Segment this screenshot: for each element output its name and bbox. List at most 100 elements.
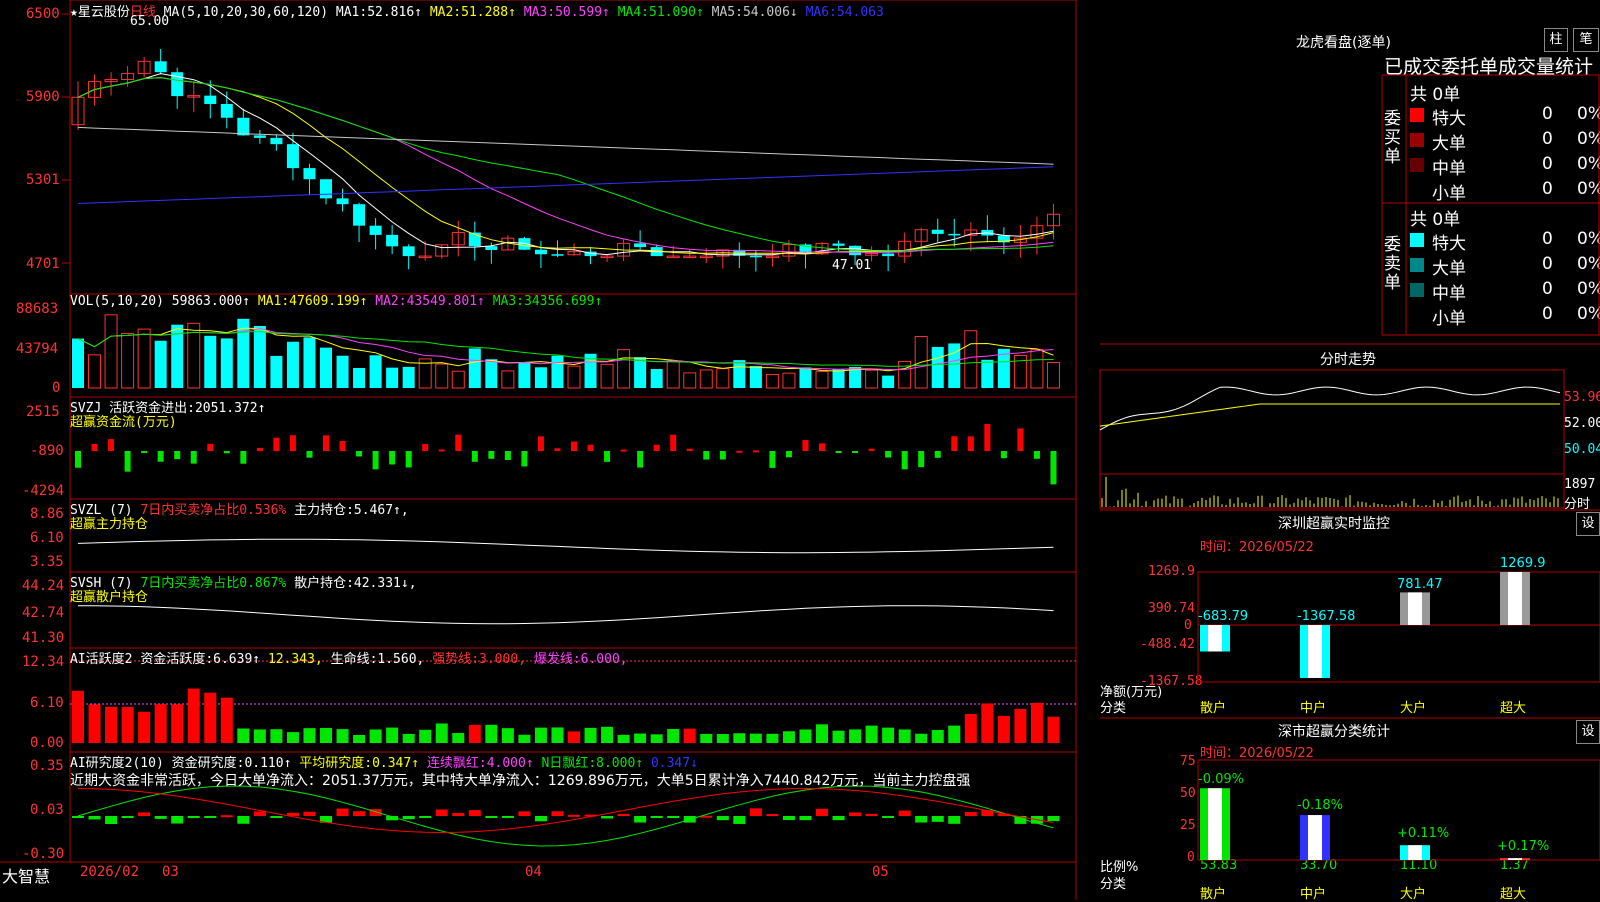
- fs-tick: 52.00: [1564, 416, 1600, 431]
- stat2-cat-label: 分类: [1100, 877, 1127, 892]
- stock-name[interactable]: ★星云股份: [70, 5, 130, 20]
- ma5-line: [77, 126, 1054, 165]
- vol-tick: 0: [52, 380, 61, 396]
- date-label: 04: [525, 864, 542, 880]
- ai2-v5: 0.347↓: [650, 756, 698, 771]
- candle-down: [336, 198, 349, 205]
- vol-tick: 88683: [16, 301, 59, 317]
- fs-tick: 50.04: [1564, 442, 1600, 457]
- svzj-sub: 超赢资金流(万元): [70, 415, 177, 430]
- row-pct: 0%: [1577, 254, 1600, 274]
- fund-flow-bar: [604, 451, 611, 462]
- research-bar: [1047, 816, 1060, 822]
- monitor-bar-highlight: [1408, 592, 1422, 625]
- ai1-tick: 12.34: [22, 654, 65, 670]
- volume-bar: [749, 365, 762, 388]
- monitor-bar: [1500, 572, 1530, 625]
- row-pct: 0%: [1577, 129, 1600, 149]
- volume-bar: [815, 371, 829, 389]
- monitor-bar: [1400, 592, 1430, 625]
- fund-flow-bar: [653, 444, 660, 451]
- volume-bar: [270, 355, 283, 388]
- vol-ma1-title: MA1:: [257, 294, 290, 309]
- row-value: 0: [1542, 179, 1553, 199]
- ai2-v1: 0.110↑: [244, 756, 292, 771]
- ai1-t5: 爆发线:: [533, 652, 581, 667]
- activity-bar: [948, 725, 961, 743]
- research-bar: [849, 812, 862, 816]
- stat-title: 已成交委托单成交量统计: [1384, 56, 1594, 78]
- date-label: 05: [872, 864, 889, 880]
- price-tick: 4701: [26, 256, 60, 272]
- ai1-header: AI活跃度2 资金活跃度:6.639↑ 12.343, 生命线:1.560, 强…: [70, 648, 628, 667]
- stat2-vals-label: 33.70: [1300, 858, 1338, 873]
- fs-tick: 53.96: [1564, 390, 1600, 405]
- volume-bar: [600, 363, 614, 389]
- row-pct: 0%: [1577, 104, 1600, 124]
- activity-bar: [154, 704, 167, 743]
- fund-flow-bar: [75, 451, 81, 468]
- research-bar: [72, 816, 84, 818]
- monitor-settings-button[interactable]: 设: [1576, 512, 1600, 536]
- monitor-cats-label: 散户: [1200, 701, 1227, 716]
- stat2-settings-button[interactable]: 设: [1576, 720, 1600, 744]
- svsh-tick: 42.74: [22, 605, 65, 621]
- monitor-bar-highlight: [1208, 625, 1222, 652]
- fund-flow-bar: [1050, 451, 1057, 485]
- zhu-button[interactable]: 柱: [1544, 28, 1568, 52]
- stat2-vals-label: -0.09%: [1198, 772, 1244, 787]
- chart-header: ★星云股份日线 MA(5,10,20,30,60,120) MA1:52.816…: [70, 1, 884, 20]
- fund-flow-bar: [306, 451, 313, 458]
- volume-bar: [402, 366, 415, 388]
- research-bar: [237, 816, 250, 824]
- candle-down: [253, 135, 266, 138]
- row-name: 大单: [1432, 259, 1466, 279]
- activity-bar: [749, 733, 762, 743]
- fund-flow-bar: [157, 451, 164, 462]
- fund-flow-bar: [471, 451, 478, 462]
- volume-bar: [765, 374, 779, 389]
- stat2-vals-label: +0.17%: [1497, 839, 1550, 854]
- volume-bar: [518, 362, 531, 388]
- monitor-vals-label: -683.79: [1198, 609, 1249, 624]
- volume-bar: [353, 368, 366, 388]
- research-bar: [88, 816, 101, 820]
- research-bar: [716, 816, 729, 821]
- activity-bar: [105, 706, 118, 743]
- fund-flow-bar: [190, 451, 197, 464]
- ma5-value: 54.006↓: [742, 5, 798, 20]
- volume-bar: [666, 360, 680, 389]
- fund-flow-bar: [488, 451, 495, 459]
- volume-bar: [386, 367, 399, 388]
- ai1-label: AI活跃度2: [70, 652, 133, 667]
- monitor-cat-label: 分类: [1100, 701, 1127, 716]
- candle-down: [320, 179, 332, 199]
- volume-bar: [699, 369, 713, 389]
- vol-value: 59863.000↑: [171, 294, 251, 309]
- stat2-cats-label: 散户: [1200, 887, 1227, 902]
- research-bar: [171, 816, 184, 824]
- fund-flow-bar: [124, 451, 131, 472]
- vol-ma1-value: 47609.199↑: [289, 294, 368, 309]
- fund-flow-bar: [504, 451, 511, 461]
- svsh-extra: 散户持仓:: [294, 576, 354, 591]
- ma1-value: 52.816↑: [367, 5, 422, 20]
- ma4-value: 51.090↑: [649, 5, 704, 20]
- bi-button[interactable]: 笔: [1573, 28, 1599, 52]
- vol-ma3-value: 34356.699↑: [524, 294, 603, 309]
- main-holding-line: [77, 538, 1054, 554]
- fund-flow-bar: [537, 436, 544, 451]
- svzl-tick: 6.10: [30, 530, 64, 546]
- volume-bar: [485, 359, 498, 388]
- ai2-header: AI研究度2(10) 资金研究度:0.110↑ 平均研究度:0.347↑ 连续飘…: [70, 752, 698, 771]
- price-tick: 6500: [26, 6, 60, 22]
- fs-avg-line: [1099, 403, 1560, 427]
- fund-flow-bar: [223, 451, 230, 454]
- research-bar: [948, 816, 961, 824]
- volume-bar: [733, 360, 746, 388]
- fund-flow-bar: [967, 436, 974, 451]
- ai2-t4: N日飘红:: [541, 756, 597, 771]
- ai1-v1: 6.639↑: [213, 652, 261, 667]
- research-bar: [799, 816, 812, 821]
- volume-bar: [683, 372, 697, 389]
